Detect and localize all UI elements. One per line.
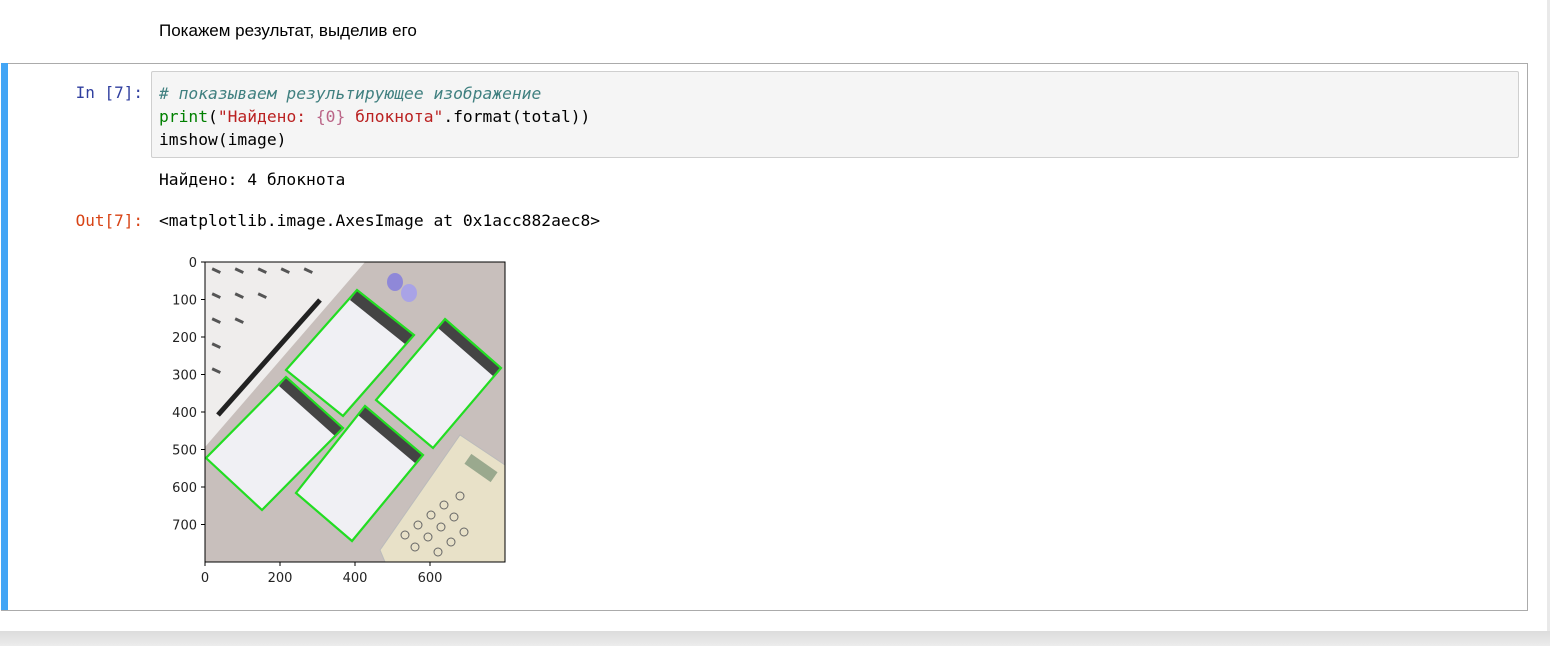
code-input-area[interactable]: # показываем результирующее изображение …	[151, 71, 1519, 158]
tape-roll-2	[401, 284, 417, 302]
markdown-text: Покажем результат, выделив его	[159, 21, 417, 40]
imshow-plot: 0 100 200 300 400 500 600 700 0 200 400 …	[172, 256, 506, 586]
y-tick-label: 600	[172, 481, 197, 496]
y-tick-label: 700	[172, 519, 197, 534]
code-interp: {0}	[315, 107, 346, 126]
y-tick-label: 100	[172, 294, 197, 309]
code-imshow-call: imshow(image)	[159, 130, 287, 149]
code-string-b: блокнота"	[345, 107, 444, 126]
y-tick-label: 200	[172, 331, 197, 346]
code-paren: (	[208, 107, 218, 126]
result-output: <matplotlib.image.AxesImage at 0x1acc882…	[159, 211, 601, 230]
code-string-a: "Найдено:	[217, 107, 316, 126]
out-prompt: Out[7]:	[75, 211, 143, 230]
page-bottom-shadow	[0, 631, 1550, 646]
y-tick-label: 300	[172, 369, 197, 384]
y-tick-label: 0	[189, 256, 197, 271]
x-tick-label: 600	[418, 571, 443, 586]
y-axis-ticks	[201, 261, 205, 525]
y-tick-label: 500	[172, 444, 197, 459]
code-editor[interactable]: # показываем результирующее изображение …	[159, 82, 590, 151]
tape-roll-1	[387, 273, 403, 291]
in-prompt: In [7]:	[75, 83, 143, 102]
x-tick-label: 400	[343, 571, 368, 586]
x-axis-ticks	[204, 562, 431, 566]
y-tick-label: 400	[172, 406, 197, 421]
code-print-func: print	[159, 107, 209, 126]
x-tick-label: 200	[268, 571, 293, 586]
code-format-call: .format(total))	[443, 107, 591, 126]
selected-cell-indicator	[1, 63, 8, 610]
x-tick-label: 0	[201, 571, 209, 586]
stream-output: Найдено: 4 блокнота	[159, 170, 346, 189]
code-comment: # показываем результирующее изображение	[159, 84, 542, 103]
